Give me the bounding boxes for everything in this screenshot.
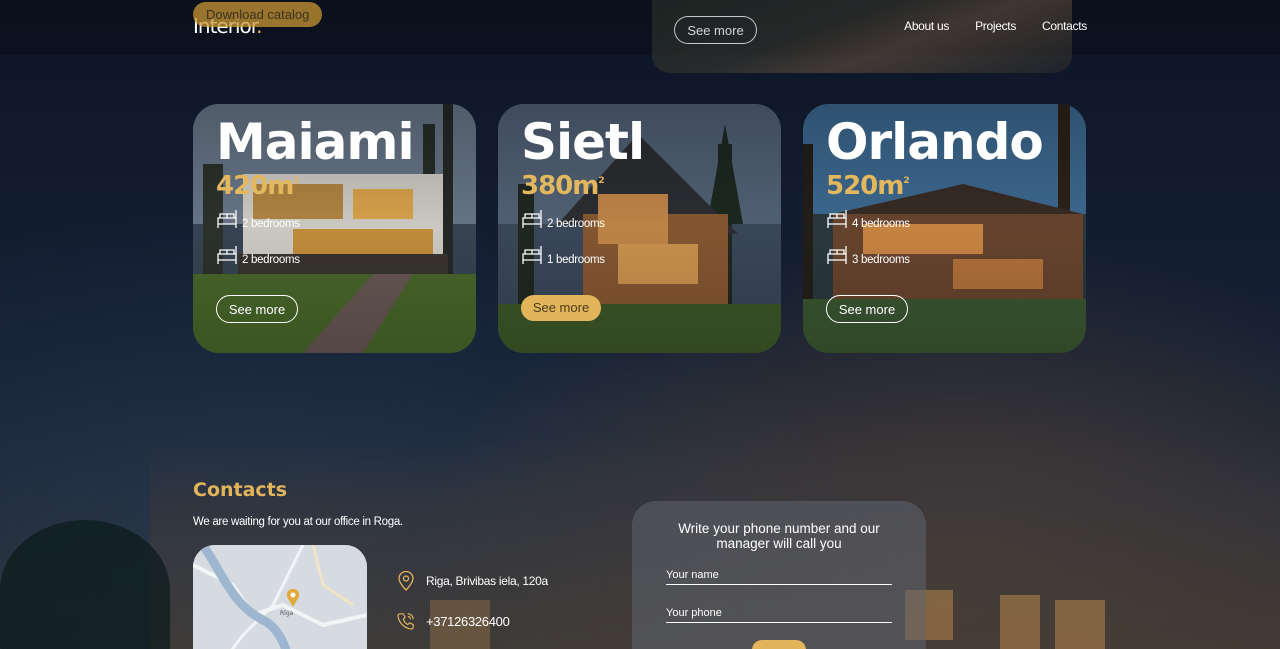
card-area: 420m2 bbox=[216, 171, 300, 201]
contacts-title: Contacts bbox=[193, 479, 288, 501]
nav-projects[interactable]: Projects bbox=[975, 19, 1016, 33]
project-card-maiami: Maiami 420m2 2 bedrooms 2 bedrooms See m… bbox=[193, 104, 476, 353]
map-label: Rīga bbox=[280, 610, 294, 617]
bed-icon bbox=[217, 210, 237, 228]
contact-phone[interactable]: +37126326400 bbox=[397, 611, 510, 631]
map-image: Rīga bbox=[193, 545, 367, 649]
main-nav: About us Projects Contacts bbox=[904, 19, 1087, 33]
card-title: Orlando bbox=[826, 113, 1044, 171]
card-feature: 2 bedrooms bbox=[521, 208, 605, 230]
card-feature: 2 bedrooms bbox=[216, 244, 300, 266]
submit-button[interactable] bbox=[752, 640, 806, 649]
card-area: 380m2 bbox=[521, 171, 605, 201]
contacts-subtitle: We are waiting for you at our office in … bbox=[193, 516, 403, 528]
card-feature: 2 bedrooms bbox=[216, 208, 300, 230]
see-more-button[interactable]: See more bbox=[826, 295, 908, 323]
card-feature: 4 bedrooms bbox=[826, 208, 910, 230]
card-area: 520m2 bbox=[826, 171, 910, 201]
contact-address: Riga, Brivibas iela, 120a bbox=[397, 571, 548, 591]
background-tree bbox=[0, 520, 170, 649]
location-pin-icon bbox=[398, 571, 414, 591]
background-window bbox=[1055, 600, 1105, 649]
bed-icon bbox=[827, 246, 847, 264]
project-card-orlando: Orlando 520m2 4 bedrooms 3 bedrooms See … bbox=[803, 104, 1086, 353]
nav-about-us[interactable]: About us bbox=[904, 19, 949, 33]
bed-icon bbox=[522, 210, 542, 228]
bed-icon bbox=[827, 210, 847, 228]
download-catalog-button[interactable]: Download catalog bbox=[193, 2, 323, 27]
form-title: Write your phone number and our manager … bbox=[678, 521, 880, 551]
name-field[interactable] bbox=[666, 565, 892, 585]
office-map[interactable]: Rīga bbox=[193, 545, 367, 649]
bed-icon bbox=[217, 246, 237, 264]
see-more-button[interactable]: See more bbox=[216, 295, 298, 323]
background-window bbox=[1000, 595, 1040, 649]
card-feature: 3 bedrooms bbox=[826, 244, 910, 266]
nav-contacts[interactable]: Contacts bbox=[1042, 19, 1087, 33]
header-see-more-button[interactable]: See more bbox=[674, 16, 757, 44]
phone-icon bbox=[397, 613, 414, 630]
callback-form: Write your phone number and our manager … bbox=[632, 501, 926, 649]
project-card-sietl: Sietl 380m2 2 bedrooms 1 bedrooms See mo… bbox=[498, 104, 781, 353]
site-header: Interior. Download catalog See more Abou… bbox=[0, 0, 1280, 73]
bed-icon bbox=[522, 246, 542, 264]
card-feature: 1 bedrooms bbox=[521, 244, 605, 266]
card-title: Sietl bbox=[521, 113, 645, 171]
card-title: Maiami bbox=[216, 113, 415, 171]
phone-field[interactable] bbox=[666, 603, 892, 623]
see-more-button[interactable]: See more bbox=[521, 295, 601, 321]
